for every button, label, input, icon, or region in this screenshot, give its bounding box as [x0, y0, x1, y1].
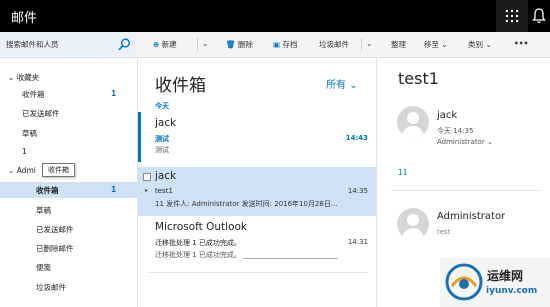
unread-count: 1 [111, 185, 117, 194]
message-item-selected[interactable]: jack ▸ test1 11 发件人: Administrator 发送时间:… [138, 167, 376, 216]
expand-arrow-icon[interactable]: ▸ [145, 187, 148, 194]
chevron-down-icon: ⌄ [486, 138, 493, 146]
folder-tooltip: 收件箱 [42, 163, 75, 177]
top-bar: 邮件 [0, 0, 550, 32]
iyunv-logo-icon [445, 263, 483, 301]
reading-sender[interactable]: jack [437, 110, 457, 121]
reply-sender[interactable]: Administrator [437, 211, 505, 222]
message-preview: 迁移批处理 1 已成功完成。 _________________________… [155, 251, 338, 259]
search-icon[interactable] [118, 38, 131, 51]
message-subject: 迁移批处理 1 已成功完成。 [155, 239, 241, 247]
avatar [397, 208, 429, 240]
message-sender: jack [155, 170, 177, 182]
message-sender: jack [155, 117, 177, 129]
folder-item-notes[interactable]: 便笺 [36, 262, 51, 273]
trash-icon: 🗑 [226, 40, 236, 49]
chevron-down-icon: ⌄ [8, 73, 15, 82]
junk-dropdown-button[interactable]: ⌄ [366, 39, 372, 48]
folder-item-inbox[interactable]: 收件箱 [36, 185, 59, 196]
reading-date: 今天 14:35 [437, 127, 474, 135]
message-time: 14:35 [347, 187, 368, 195]
watermark-url: iyunv.com [486, 286, 538, 296]
list-title: 收件箱 [155, 76, 206, 96]
chevron-down-icon: ⌄ [8, 166, 15, 175]
reading-recipient[interactable]: Administrator ⌄ [437, 138, 493, 146]
move-to-button-label: 移至 [424, 40, 439, 49]
message-list-pane: 收件箱 所有 ⌄ 今天 jack 测试 测试 14:43 jack ▸ test… [137, 58, 377, 307]
folder-item-deleted[interactable]: 已删除邮件 [36, 243, 74, 254]
unread-indicator [138, 112, 141, 162]
folder-pane: ⌄ 收藏夹 收件箱 1 已发送邮件 草稿 1 ⌄ Admi 收件箱 1 草稿 已… [0, 58, 137, 307]
group-header-today: 今天 [155, 102, 169, 110]
folder-item-drafts-fav[interactable]: 草稿 [22, 128, 37, 139]
recipient-name: Administrator [437, 138, 485, 146]
command-bar: ⊕ 新建 ⌄ 🗑 删除 ▣ 存档 垃圾邮件 ⌄ 整理 移至 ⌄ 类别 ⌄ ••• [137, 32, 550, 58]
filter-dropdown[interactable]: 所有 ⌄ [326, 76, 358, 91]
message-preview: 测试 [155, 146, 169, 154]
folder-item-drafts[interactable]: 草稿 [36, 205, 51, 216]
folder-item-sent[interactable]: 已发送邮件 [36, 224, 74, 235]
reading-body: 11 [398, 168, 408, 177]
new-button-label: 新建 [161, 40, 177, 49]
reading-subject: test1 [398, 69, 439, 88]
more-commands-button[interactable]: ••• [514, 39, 528, 48]
delete-button-label: 删除 [237, 40, 253, 49]
unread-count: 1 [111, 89, 117, 98]
folder-item-sent-fav[interactable]: 已发送邮件 [22, 108, 60, 119]
message-sender: Microsoft Outlook [155, 221, 248, 233]
message-time: 14:43 [345, 134, 368, 142]
reply-snippet: test [437, 228, 451, 236]
favorites-header[interactable]: ⌄ 收藏夹 [8, 72, 39, 83]
move-to-button[interactable]: 移至 ⌄ [424, 39, 448, 50]
search-box[interactable]: 搜索邮件和人员 [0, 32, 137, 58]
divider [197, 38, 198, 51]
waffle-icon [506, 10, 518, 22]
select-checkbox[interactable] [143, 173, 151, 181]
watermark-text: 运维网 [487, 269, 524, 283]
message-time: 14:31 [347, 238, 368, 246]
divider [361, 38, 362, 51]
delete-button[interactable]: 🗑 删除 [226, 39, 253, 50]
chevron-down-icon: ⌄ [441, 40, 448, 49]
folder-item-1-fav[interactable]: 1 [22, 147, 27, 156]
account-header[interactable]: ⌄ Admi [8, 166, 36, 175]
message-preview: 11 发件人: Administrator 发送时间: 2016年10月28日.… [155, 200, 338, 208]
selected-folder-highlight [0, 182, 137, 198]
new-button[interactable]: ⊕ 新建 [153, 39, 177, 50]
sweep-button[interactable]: 整理 [391, 39, 406, 50]
chevron-down-icon: ⌄ [202, 39, 209, 48]
message-item[interactable]: Microsoft Outlook 迁移批处理 1 已成功完成。 迁移批处理 1… [138, 218, 376, 268]
junk-button[interactable]: 垃圾邮件 [319, 39, 349, 50]
divider [391, 190, 541, 191]
watermark-logo: 运维网 iyunv.com [440, 258, 550, 307]
chevron-down-icon: ⌄ [485, 40, 492, 49]
avatar [397, 106, 429, 138]
folder-item-junk[interactable]: 垃圾邮件 [36, 282, 66, 293]
archive-button-label: 存档 [282, 40, 298, 49]
app-launcher-button[interactable] [496, 0, 528, 32]
chevron-down-icon: ⌄ [349, 80, 358, 91]
archive-icon: ▣ [273, 40, 281, 49]
filter-label: 所有 [326, 80, 346, 91]
search-input[interactable]: 搜索邮件和人员 [6, 39, 59, 50]
bell-icon[interactable] [532, 8, 546, 24]
categorize-button[interactable]: 类别 ⌄ [468, 39, 492, 50]
account-header-label: Admi [16, 166, 36, 175]
app-title[interactable]: 邮件 [11, 7, 37, 26]
sweep-button-label: 整理 [391, 40, 406, 49]
message-subject: test1 [155, 187, 173, 195]
plus-icon: ⊕ [153, 40, 160, 49]
message-item[interactable]: jack 测试 测试 14:43 [138, 112, 376, 162]
categorize-button-label: 类别 [468, 40, 483, 49]
chevron-down-icon: ⌄ [366, 39, 373, 48]
folder-item-inbox-fav[interactable]: 收件箱 [22, 89, 45, 100]
favorites-header-label: 收藏夹 [16, 73, 40, 82]
archive-button[interactable]: ▣ 存档 [273, 39, 297, 50]
divider [148, 272, 368, 273]
message-subject: 测试 [155, 135, 169, 143]
junk-button-label: 垃圾邮件 [319, 40, 349, 49]
new-dropdown-button[interactable]: ⌄ [202, 39, 208, 48]
